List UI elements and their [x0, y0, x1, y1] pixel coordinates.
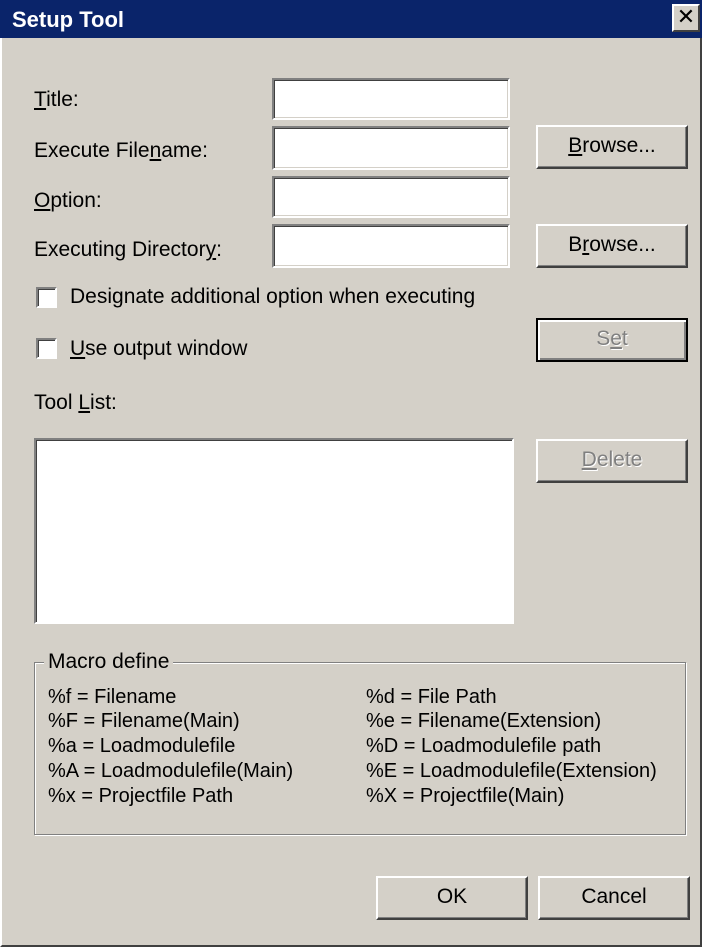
- macro-item: %A = Loadmodulefile(Main): [48, 760, 294, 782]
- title-input[interactable]: [272, 78, 510, 120]
- delete-button[interactable]: Delete: [536, 439, 688, 483]
- option-input[interactable]: [272, 176, 510, 218]
- cancel-button[interactable]: Cancel: [538, 876, 690, 920]
- execute-filename-label: Execute Filename:: [34, 139, 208, 162]
- title-label: Title:: [34, 88, 79, 111]
- execute-filename-input[interactable]: [272, 126, 510, 170]
- macro-define-legend: Macro define: [44, 650, 174, 674]
- executing-directory-label: Executing Directory:: [34, 238, 222, 261]
- set-button[interactable]: Set: [536, 318, 688, 362]
- designate-option-label[interactable]: Designate additional option when executi…: [70, 285, 475, 309]
- close-icon: ✕: [676, 4, 696, 29]
- use-output-window-checkbox[interactable]: [36, 338, 57, 359]
- option-label: Option:: [34, 189, 102, 212]
- macro-item: %F = Filename(Main): [48, 710, 240, 732]
- browse-filename-button[interactable]: Browse...: [536, 125, 688, 169]
- close-button[interactable]: ✕: [672, 4, 700, 32]
- macro-item: %e = Filename(Extension): [366, 710, 602, 732]
- executing-directory-input[interactable]: [272, 224, 510, 268]
- tool-list[interactable]: [34, 438, 514, 624]
- browse-directory-button[interactable]: Browse...: [536, 224, 688, 268]
- macro-item: %D = Loadmodulefile path: [366, 735, 602, 757]
- macro-item: %x = Projectfile Path: [48, 785, 234, 807]
- title-bar: Setup Tool ✕: [0, 0, 702, 38]
- ok-button[interactable]: OK: [376, 876, 528, 920]
- window-title: Setup Tool: [12, 7, 125, 32]
- designate-option-checkbox[interactable]: [36, 287, 57, 308]
- tool-list-label: Tool List:: [34, 391, 117, 414]
- macro-item: %E = Loadmodulefile(Extension): [366, 760, 657, 782]
- macro-item: %d = File Path: [366, 686, 497, 708]
- macro-item: %X = Projectfile(Main): [366, 785, 565, 807]
- use-output-window-label[interactable]: Use output window: [70, 337, 247, 361]
- macro-item: %f = Filename: [48, 686, 177, 708]
- macro-item: %a = Loadmodulefile: [48, 735, 236, 757]
